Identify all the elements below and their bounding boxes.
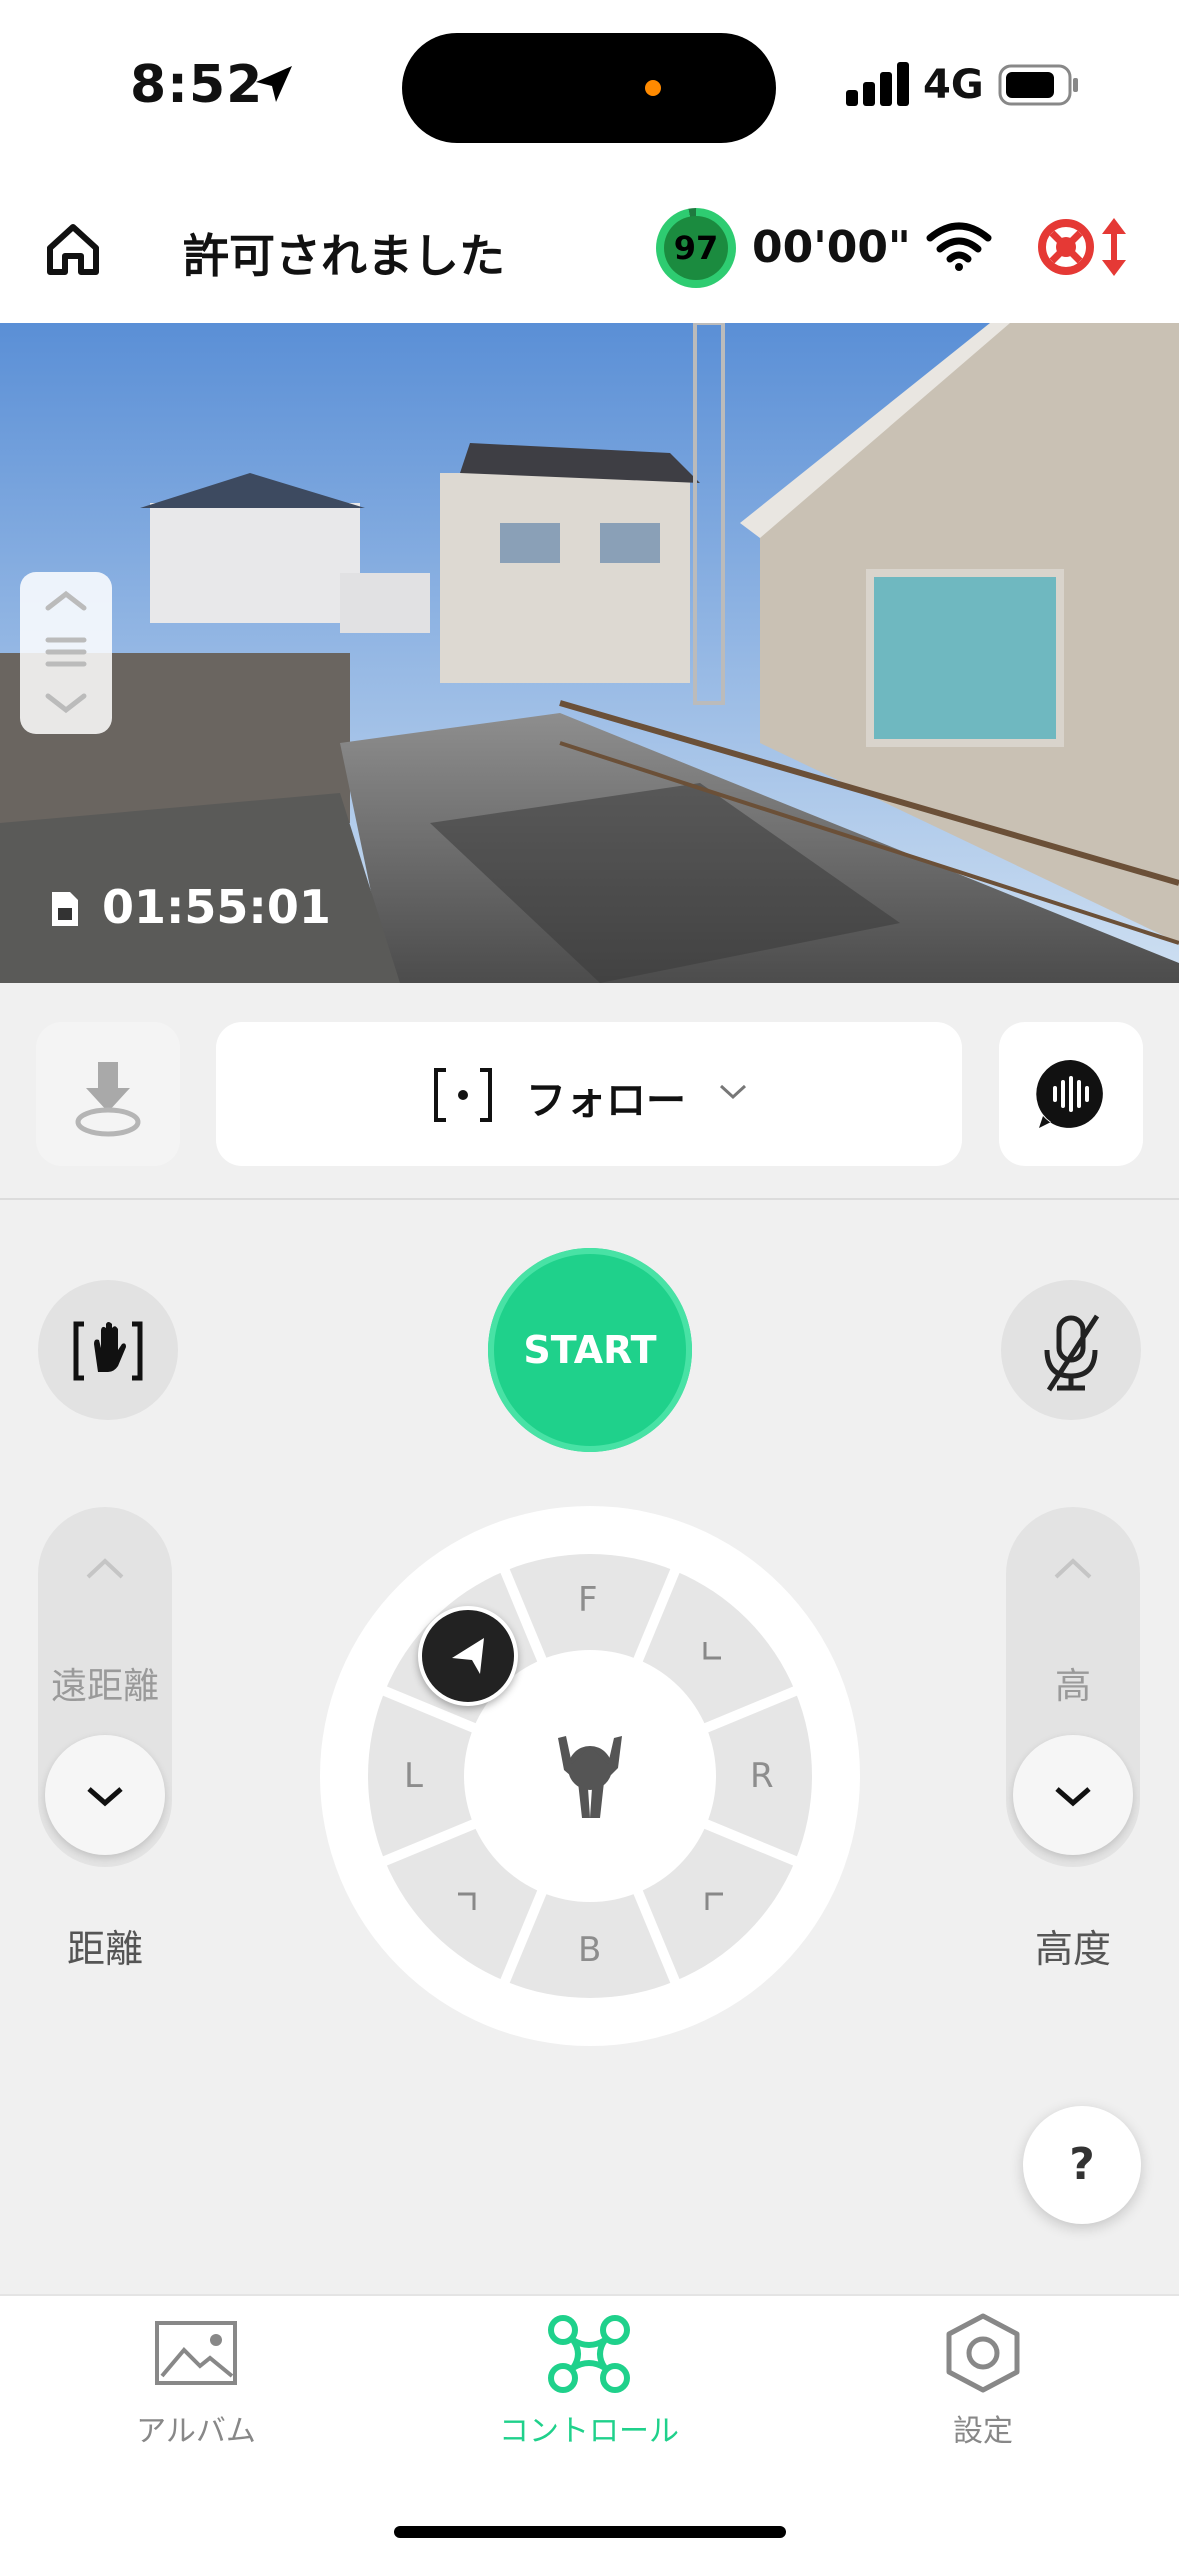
tab-settings-label: 設定: [953, 2414, 1013, 2449]
drone-battery-indicator: 97: [656, 208, 736, 288]
distance-value: 遠距離: [50, 1666, 159, 1707]
network-type: 4G: [923, 62, 984, 108]
section-divider: [0, 1198, 1179, 1200]
status-bar: 8:52 4G: [0, 0, 1179, 175]
start-button-label: START: [523, 1328, 657, 1372]
follow-target-icon: [434, 1068, 492, 1122]
height-value: 高: [1054, 1666, 1091, 1707]
return-home-button[interactable]: [36, 1022, 180, 1166]
chevron-down-icon: [1055, 1787, 1091, 1807]
distance-slider[interactable]: 遠距離: [38, 1507, 172, 1867]
hand-gesture-icon: [73, 1321, 143, 1381]
gimbal-tilt-slider[interactable]: [20, 572, 112, 734]
battery-icon: [998, 64, 1078, 106]
drone-icon: [548, 2315, 630, 2393]
mode-selector[interactable]: フォロー: [216, 1022, 962, 1166]
signal-icon: [846, 62, 909, 106]
recording-time-remaining: 01:55:01: [102, 880, 331, 934]
distance-caption: 距離: [66, 1927, 143, 1971]
drone-battery-value: 97: [664, 216, 728, 280]
chevron-down-icon: [719, 1084, 747, 1100]
distance-down-button[interactable]: [45, 1735, 165, 1855]
wifi-icon: [926, 222, 992, 271]
album-icon: [155, 2321, 237, 2385]
chevron-up-icon[interactable]: [80, 1553, 130, 1583]
settings-hexagon-icon: [946, 2313, 1020, 2393]
drone-position-marker[interactable]: [418, 1606, 518, 1706]
home-icon[interactable]: [44, 222, 102, 276]
app-header: [0, 175, 1179, 323]
voice-bubble-icon: [1036, 1059, 1103, 1128]
tab-control[interactable]: コントロール: [449, 2310, 729, 2449]
connection-status-title: 許可されました: [183, 229, 505, 283]
height-down-button[interactable]: [1013, 1735, 1133, 1855]
land-icon: [75, 1062, 141, 1137]
help-button[interactable]: ?: [1023, 2106, 1141, 2224]
gesture-control-button[interactable]: [38, 1280, 178, 1420]
tab-control-label: コントロール: [499, 2414, 679, 2449]
dynamic-island: [402, 33, 776, 143]
sd-card-icon: [52, 892, 78, 926]
tab-album-label: アルバム: [136, 2414, 256, 2449]
chevron-down-icon: [87, 1787, 123, 1807]
mic-off-icon: [1044, 1314, 1100, 1392]
location-arrow-icon: [256, 66, 292, 102]
height-caption: 高度: [1034, 1927, 1111, 1971]
dial-right-label: R: [750, 1756, 774, 1796]
tab-album[interactable]: アルバム: [56, 2310, 336, 2449]
privacy-indicator: [645, 80, 661, 96]
slider-handle-icon: [45, 590, 87, 714]
dial-front-label: F: [578, 1580, 598, 1620]
start-button[interactable]: START: [488, 1248, 692, 1452]
navigation-arrow-icon: [452, 1638, 484, 1674]
dial-back-label: B: [578, 1930, 602, 1970]
home-indicator: [394, 2526, 786, 2538]
tab-settings[interactable]: 設定: [843, 2310, 1123, 2449]
flight-timer: 00'00": [752, 222, 911, 273]
status-time: 8:52: [130, 55, 264, 115]
propeller-guard-warning-icon[interactable]: [1036, 214, 1136, 280]
dial-left-label: L: [404, 1756, 423, 1796]
height-slider[interactable]: 高: [1006, 1507, 1140, 1867]
mute-button[interactable]: [1001, 1280, 1141, 1420]
voice-control-button[interactable]: [999, 1022, 1143, 1166]
chevron-up-icon[interactable]: [1048, 1553, 1098, 1583]
mode-label: フォロー: [526, 1078, 686, 1124]
